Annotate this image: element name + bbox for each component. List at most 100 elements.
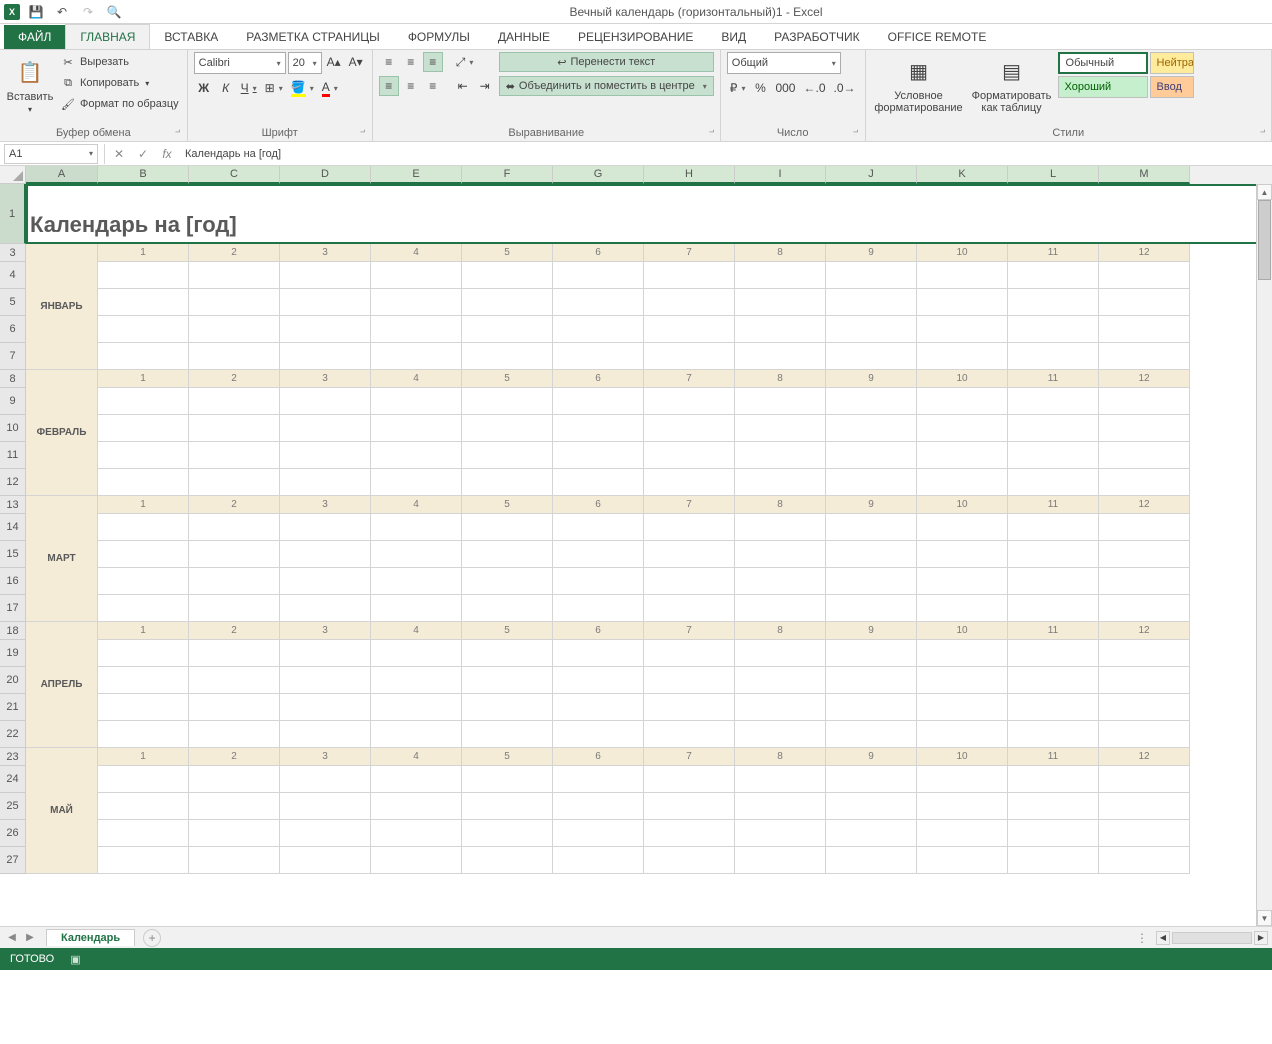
empty-cell[interactable] bbox=[917, 694, 1008, 721]
day-number-cell[interactable]: 5 bbox=[462, 244, 553, 262]
increase-indent-button[interactable]: ⇥ bbox=[475, 76, 495, 96]
day-number-cell[interactable]: 8 bbox=[735, 244, 826, 262]
month-label[interactable]: МАЙ bbox=[26, 748, 98, 874]
empty-cell[interactable] bbox=[917, 541, 1008, 568]
empty-cell[interactable] bbox=[644, 847, 735, 874]
empty-cell[interactable] bbox=[98, 343, 189, 370]
empty-cell[interactable] bbox=[644, 388, 735, 415]
empty-cell[interactable] bbox=[735, 640, 826, 667]
column-header[interactable]: I bbox=[735, 166, 826, 184]
empty-cell[interactable] bbox=[826, 442, 917, 469]
row-header[interactable]: 23 bbox=[0, 748, 26, 766]
empty-cell[interactable] bbox=[1008, 595, 1099, 622]
empty-cell[interactable] bbox=[1008, 442, 1099, 469]
empty-cell[interactable] bbox=[917, 640, 1008, 667]
row-header[interactable]: 24 bbox=[0, 766, 26, 793]
empty-cell[interactable] bbox=[826, 667, 917, 694]
row-header[interactable]: 7 bbox=[0, 343, 26, 370]
empty-cell[interactable] bbox=[553, 766, 644, 793]
row-header[interactable]: 1 bbox=[0, 184, 26, 244]
empty-cell[interactable] bbox=[189, 469, 280, 496]
empty-cell[interactable] bbox=[826, 721, 917, 748]
empty-cell[interactable] bbox=[553, 514, 644, 541]
macro-record-icon[interactable]: ▣ bbox=[70, 953, 80, 966]
empty-cell[interactable] bbox=[1008, 388, 1099, 415]
empty-cell[interactable] bbox=[735, 667, 826, 694]
empty-cell[interactable] bbox=[98, 847, 189, 874]
style-neutral[interactable]: Нейтрал bbox=[1150, 52, 1194, 74]
empty-cell[interactable] bbox=[1099, 793, 1190, 820]
empty-cell[interactable] bbox=[1099, 667, 1190, 694]
orientation-button[interactable]: ⤢ bbox=[453, 52, 477, 72]
row-header[interactable]: 8 bbox=[0, 370, 26, 388]
column-header[interactable]: H bbox=[644, 166, 735, 184]
empty-cell[interactable] bbox=[462, 469, 553, 496]
empty-cell[interactable] bbox=[735, 595, 826, 622]
row-header[interactable]: 4 bbox=[0, 262, 26, 289]
empty-cell[interactable] bbox=[189, 568, 280, 595]
column-header[interactable]: D bbox=[280, 166, 371, 184]
day-number-cell[interactable]: 6 bbox=[553, 370, 644, 388]
empty-cell[interactable] bbox=[917, 847, 1008, 874]
empty-cell[interactable] bbox=[644, 514, 735, 541]
empty-cell[interactable] bbox=[553, 568, 644, 595]
row-header[interactable]: 18 bbox=[0, 622, 26, 640]
empty-cell[interactable] bbox=[826, 640, 917, 667]
empty-cell[interactable] bbox=[644, 442, 735, 469]
day-number-cell[interactable]: 9 bbox=[826, 496, 917, 514]
day-number-cell[interactable]: 3 bbox=[280, 622, 371, 640]
empty-cell[interactable] bbox=[917, 442, 1008, 469]
empty-cell[interactable] bbox=[462, 640, 553, 667]
empty-cell[interactable] bbox=[371, 442, 462, 469]
empty-cell[interactable] bbox=[735, 721, 826, 748]
day-number-cell[interactable]: 4 bbox=[371, 622, 462, 640]
empty-cell[interactable] bbox=[917, 316, 1008, 343]
empty-cell[interactable] bbox=[280, 442, 371, 469]
column-header[interactable]: M bbox=[1099, 166, 1190, 184]
empty-cell[interactable] bbox=[735, 541, 826, 568]
empty-cell[interactable] bbox=[1099, 316, 1190, 343]
tab-insert[interactable]: ВСТАВКА bbox=[150, 25, 232, 49]
empty-cell[interactable] bbox=[462, 847, 553, 874]
empty-cell[interactable] bbox=[735, 694, 826, 721]
empty-cell[interactable] bbox=[1008, 793, 1099, 820]
empty-cell[interactable] bbox=[644, 694, 735, 721]
day-number-cell[interactable]: 7 bbox=[644, 622, 735, 640]
empty-cell[interactable] bbox=[735, 766, 826, 793]
empty-cell[interactable] bbox=[826, 694, 917, 721]
empty-cell[interactable] bbox=[1008, 568, 1099, 595]
underline-button[interactable]: Ч bbox=[238, 78, 260, 98]
empty-cell[interactable] bbox=[735, 820, 826, 847]
row-header[interactable]: 26 bbox=[0, 820, 26, 847]
day-number-cell[interactable]: 11 bbox=[1008, 748, 1099, 766]
empty-cell[interactable] bbox=[1008, 847, 1099, 874]
empty-cell[interactable] bbox=[462, 514, 553, 541]
empty-cell[interactable] bbox=[826, 262, 917, 289]
empty-cell[interactable] bbox=[189, 694, 280, 721]
day-number-cell[interactable]: 2 bbox=[189, 496, 280, 514]
cancel-formula-button[interactable]: ✕ bbox=[107, 144, 131, 164]
empty-cell[interactable] bbox=[917, 514, 1008, 541]
empty-cell[interactable] bbox=[735, 442, 826, 469]
empty-cell[interactable] bbox=[462, 721, 553, 748]
column-header[interactable]: K bbox=[917, 166, 1008, 184]
hscroll-left[interactable]: ◀ bbox=[1156, 931, 1170, 945]
empty-cell[interactable] bbox=[1008, 721, 1099, 748]
copy-button[interactable]: ⧉Копировать▾ bbox=[58, 73, 181, 93]
empty-cell[interactable] bbox=[462, 820, 553, 847]
empty-cell[interactable] bbox=[98, 640, 189, 667]
empty-cell[interactable] bbox=[826, 343, 917, 370]
day-number-cell[interactable]: 9 bbox=[826, 622, 917, 640]
empty-cell[interactable] bbox=[189, 388, 280, 415]
empty-cell[interactable] bbox=[98, 514, 189, 541]
day-number-cell[interactable]: 4 bbox=[371, 244, 462, 262]
month-label[interactable]: МАРТ bbox=[26, 496, 98, 622]
tab-home[interactable]: ГЛАВНАЯ bbox=[65, 24, 150, 49]
empty-cell[interactable] bbox=[189, 595, 280, 622]
save-icon[interactable]: 💾 bbox=[26, 2, 46, 22]
day-number-cell[interactable]: 1 bbox=[98, 496, 189, 514]
day-number-cell[interactable]: 6 bbox=[553, 244, 644, 262]
empty-cell[interactable] bbox=[644, 316, 735, 343]
empty-cell[interactable] bbox=[735, 388, 826, 415]
format-painter-button[interactable]: 🖌Формат по образцу bbox=[58, 94, 181, 114]
